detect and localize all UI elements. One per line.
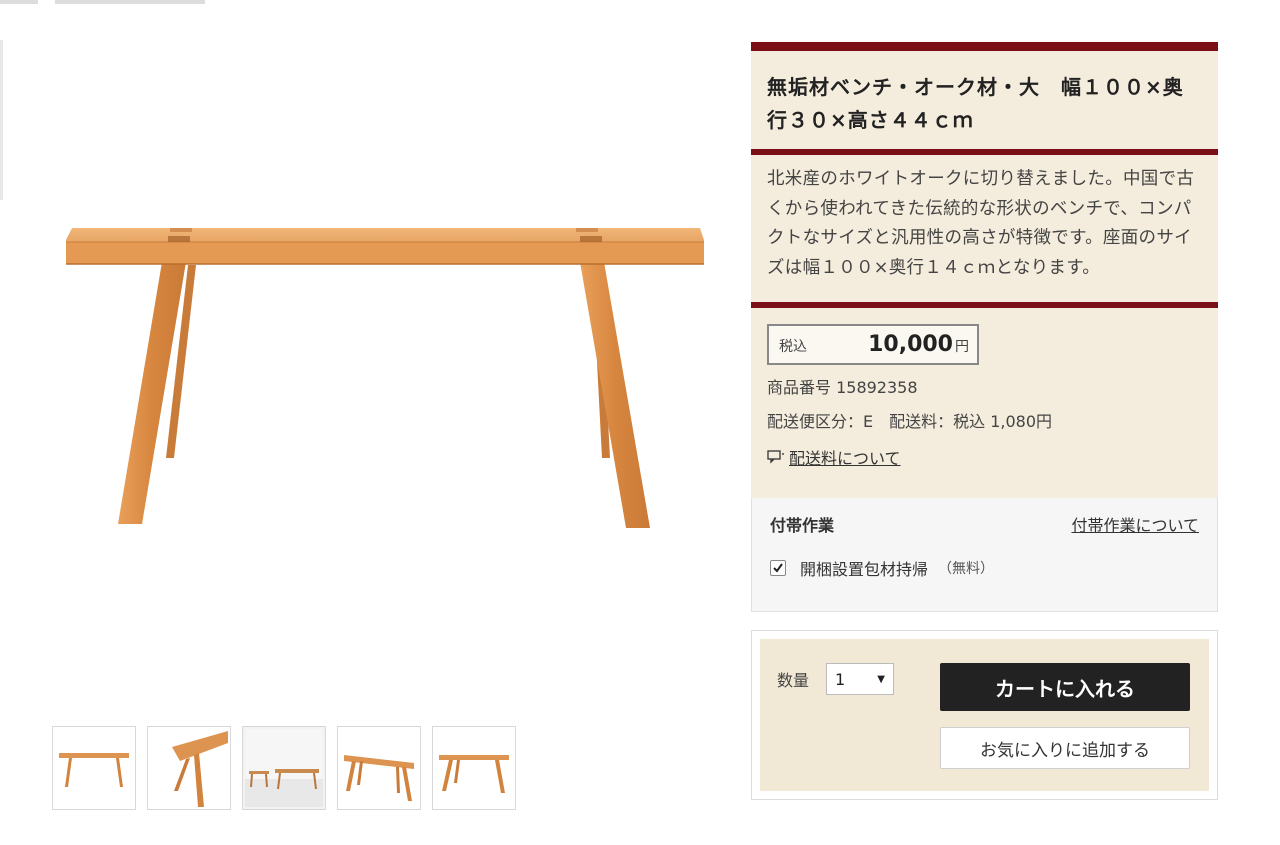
option-note: （無料） — [938, 561, 995, 577]
options-header: 付帯作業 付帯作業について — [770, 512, 1199, 536]
product-description-box: 北米産のホワイトオークに切り替えました。中国で古くから使われてきた伝統的な形状の… — [751, 149, 1218, 302]
quantity-label: 数量 — [777, 671, 810, 690]
thumbnail-4[interactable] — [337, 726, 421, 810]
product-description: 北米産のホワイトオークに切り替えました。中国で古くから使われてきた伝統的な形状の… — [767, 169, 1195, 278]
options-box: 付帯作業 付帯作業について 開梱設置包材持帰 （無料） — [751, 498, 1218, 612]
bench-angle-thumb-icon — [172, 731, 228, 807]
tax-label: 税込 — [779, 339, 807, 355]
main-product-image — [40, 150, 730, 570]
wooden-bench-image — [66, 228, 704, 528]
speech-bubble-icon — [767, 450, 784, 464]
bench-front-thumb-icon — [59, 753, 129, 787]
bench-side-thumb-icon — [439, 755, 509, 793]
bench-room-thumb-icon — [245, 729, 323, 807]
add-to-cart-button[interactable]: カートに入れる — [940, 663, 1190, 711]
bench-perspective-thumb-icon — [344, 755, 414, 801]
cart-section: 数量 1 ▼ カートに入れる お気に入りに追加する — [751, 630, 1218, 800]
option-row: 開梱設置包材持帰 （無料） — [770, 556, 1199, 580]
quantity-select[interactable]: 1 ▼ — [826, 663, 894, 695]
quantity-value: 1 — [835, 669, 846, 689]
product-number: 商品番号 15892358 — [767, 378, 918, 397]
thumbnail-3[interactable] — [242, 726, 326, 810]
product-title: 無垢材ベンチ・オーク材・大 幅１００×奥行３０×高さ４４ｃｍ — [767, 75, 1184, 132]
product-title-box: 無垢材ベンチ・オーク材・大 幅１００×奥行３０×高さ４４ｃｍ — [751, 42, 1218, 149]
option-label: 開梱設置包材持帰 — [800, 560, 929, 579]
price-frame: 税込 10,000 円 — [767, 324, 979, 365]
shipping-fee-link-label: 配送料について — [789, 449, 901, 468]
top-tab-stub — [0, 0, 38, 4]
price-unit: 円 — [955, 339, 969, 355]
shipping-fee-link[interactable]: 配送料について — [767, 445, 1202, 469]
option-checkbox[interactable] — [770, 560, 786, 576]
thumbnail-2[interactable] — [147, 726, 231, 810]
thumbnail-1[interactable] — [52, 726, 136, 810]
thumbnail-5[interactable] — [432, 726, 516, 810]
cart-section-inner: 数量 1 ▼ カートに入れる お気に入りに追加する — [760, 639, 1209, 791]
checkmark-icon — [773, 563, 783, 573]
dropdown-arrow-icon: ▼ — [877, 673, 885, 685]
top-tab-stub — [55, 0, 205, 4]
thumbnail-strip — [52, 726, 516, 810]
price-info-box: 税込 10,000 円 商品番号 15892358 配送便区分：E 配送料：税込… — [751, 302, 1218, 498]
product-info-panel: 無垢材ベンチ・オーク材・大 幅１００×奥行３０×高さ４４ｃｍ 北米産のホワイトオ… — [751, 42, 1218, 800]
price-value: 10,000 — [868, 332, 953, 357]
options-title: 付帯作業 — [770, 516, 835, 535]
shipping-class: 配送便区分：E 配送料：税込 1,080円 — [767, 412, 1053, 431]
left-edge-bar — [0, 40, 3, 200]
price-wrap: 10,000 円 — [868, 332, 969, 357]
options-about-link[interactable]: 付帯作業について — [1071, 512, 1199, 536]
add-to-favorites-button[interactable]: お気に入りに追加する — [940, 727, 1190, 769]
